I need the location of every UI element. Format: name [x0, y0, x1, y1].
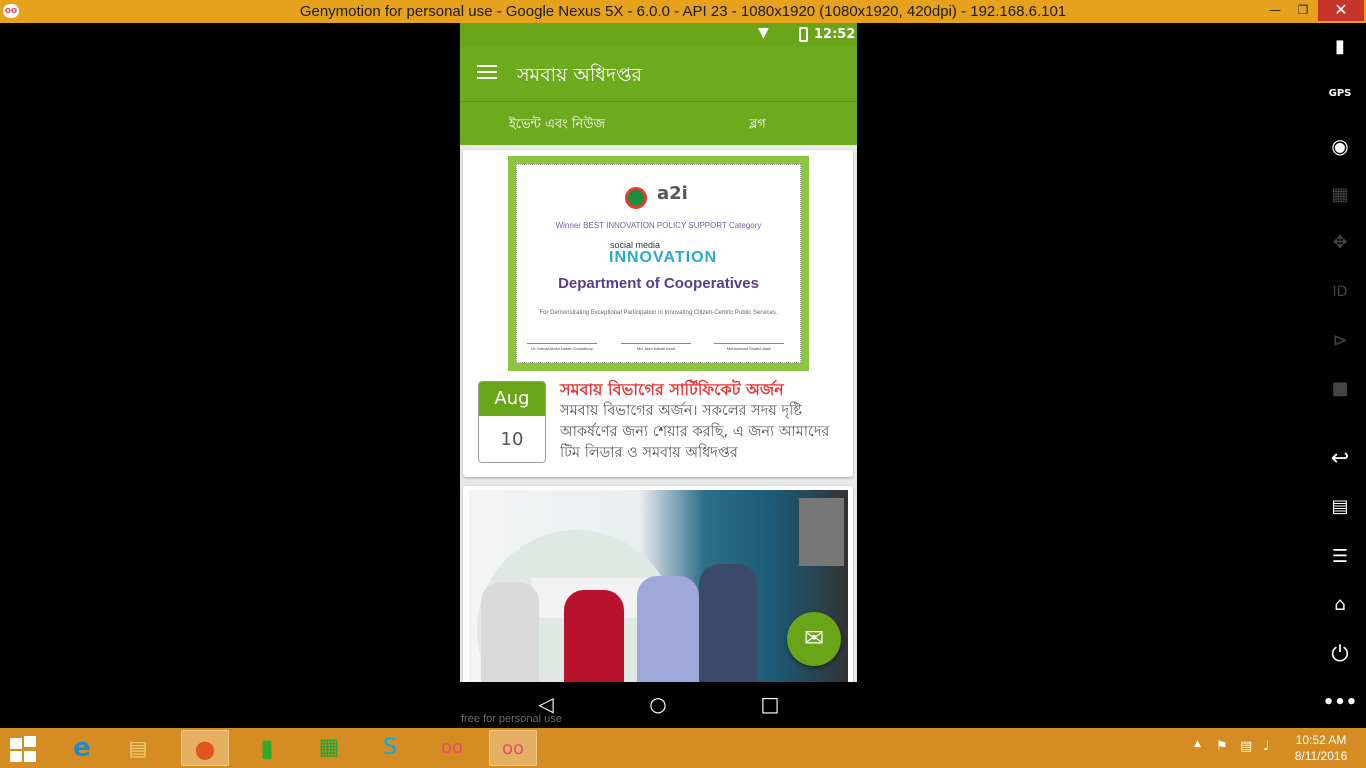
minimize-button[interactable]: —: [1262, 0, 1288, 21]
dpad-widget-icon[interactable]: ✥: [1320, 232, 1360, 253]
photo-person: [637, 576, 699, 682]
genymotion-icon[interactable]: oo: [428, 730, 476, 766]
government-seal-icon: [625, 187, 647, 209]
status-time: 12:52: [814, 27, 856, 42]
skype-icon[interactable]: S: [366, 730, 414, 766]
show-hidden-icons-icon[interactable]: ▲: [1194, 739, 1201, 749]
news-card[interactable]: a2i Winner BEST INNOVATION POLICY SUPPOR…: [463, 150, 853, 477]
sms-widget-icon[interactable]: ■: [1320, 378, 1360, 399]
status-bar: ▼ 12:52: [460, 23, 857, 47]
photo-person: [699, 564, 757, 682]
date-month: Aug: [479, 382, 545, 416]
battery-widget-icon[interactable]: ▮: [1320, 36, 1360, 57]
android-screen: ▼ 12:52 সমবায় অধিদপ্তর ইভেন্ট এবং নিউজ …: [460, 23, 857, 728]
windows-taskbar: e ▤ ● ▮ ▦ S oo oo ▲ ⚑ ▤ ♩ 10:52 AM 8/11/…: [0, 728, 1366, 768]
recent-apps-widget-icon[interactable]: ▤: [1320, 496, 1360, 517]
photo-person: [564, 590, 624, 682]
home-button[interactable]: ○: [643, 692, 673, 716]
device-id-widget-icon[interactable]: ID: [1320, 284, 1360, 300]
close-button[interactable]: ✕: [1318, 0, 1364, 21]
certificate-signatory: Md. Abul Kalam Azad: [621, 343, 691, 351]
recents-button[interactable]: □: [755, 692, 785, 716]
network-icon[interactable]: ▤: [1240, 739, 1252, 754]
close-icon: ✕: [1334, 0, 1348, 19]
restore-icon: ❐: [1297, 3, 1309, 17]
hamburger-menu-icon[interactable]: [477, 65, 497, 81]
battery-icon: [799, 27, 808, 42]
news-feed[interactable]: a2i Winner BEST INNOVATION POLICY SUPPOR…: [460, 145, 857, 682]
taskbar-clock[interactable]: 10:52 AM 8/11/2016: [1290, 732, 1352, 764]
certificate-signatory: Mohammad Shafiul Alam: [714, 343, 784, 351]
file-explorer-icon[interactable]: ▤: [114, 730, 162, 766]
email-fab-button[interactable]: ✉: [787, 612, 841, 666]
certificate-image[interactable]: a2i Winner BEST INNOVATION POLICY SUPPOR…: [508, 156, 809, 371]
internet-explorer-icon[interactable]: e: [58, 730, 106, 766]
clock-time: 10:52 AM: [1295, 733, 1347, 747]
camera-widget-icon[interactable]: ◉: [1320, 134, 1360, 158]
app-title: সমবায় অধিদপ্তর: [517, 64, 643, 86]
recents-square-icon: □: [760, 692, 780, 716]
start-button[interactable]: [10, 736, 38, 762]
action-center-flag-icon[interactable]: ⚑: [1216, 739, 1228, 754]
certificate-category: Winner BEST INNOVATION POLICY SUPPORT Ca…: [555, 221, 762, 230]
back-widget-icon[interactable]: ↩: [1320, 446, 1360, 471]
tab-blog[interactable]: ব্লগ: [749, 115, 766, 136]
home-widget-icon[interactable]: ⌂: [1320, 594, 1360, 615]
wifi-icon: ▼: [758, 25, 769, 41]
certificate-innovation: INNOVATION: [609, 249, 718, 266]
date-day: 10: [500, 429, 524, 450]
minimize-icon: —: [1269, 3, 1281, 17]
a2i-logo: a2i: [657, 183, 688, 204]
post-title[interactable]: সমবায় বিভাগের সার্টিফিকেট অর্জন: [560, 377, 784, 404]
menu-widget-icon[interactable]: ☰: [1320, 546, 1360, 567]
firefox-icon[interactable]: ●: [181, 730, 229, 766]
gps-widget-icon[interactable]: GPS: [1320, 88, 1360, 99]
post-excerpt: সমবায় বিভাগের অর্জন। সকলের সদয় দৃষ্টি …: [560, 403, 830, 461]
store-icon[interactable]: ▦: [305, 730, 353, 766]
tab-bar: ইভেন্ট এবং নিউজ ব্লগ: [460, 101, 857, 145]
window-title: Genymotion for personal use - Google Nex…: [299, 3, 1067, 20]
certificate-signatory: Dr. Kamal Abdul Naser Chowdhury: [527, 343, 597, 351]
home-circle-icon: ○: [649, 692, 667, 716]
photo-portrait: [799, 498, 844, 566]
watermark: free for personal use: [461, 713, 562, 725]
rss-widget-icon[interactable]: ⊳: [1320, 330, 1360, 351]
genymotion-player-icon[interactable]: oo: [489, 730, 537, 766]
tab-events-news[interactable]: ইভেন্ট এবং নিউজ: [509, 115, 605, 136]
more-widget-icon[interactable]: •••: [1320, 692, 1360, 713]
restore-button[interactable]: ❐: [1290, 0, 1316, 21]
envelope-icon: ✉: [803, 624, 825, 652]
desktop: oo Genymotion for personal use - Google …: [0, 0, 1366, 768]
window-titlebar[interactable]: oo Genymotion for personal use - Google …: [0, 0, 1366, 23]
certificate-body: a2i Winner BEST INNOVATION POLICY SUPPOR…: [516, 164, 801, 363]
certificate-department: Department of Cooperatives: [558, 275, 759, 292]
date-badge: Aug 10: [478, 381, 546, 463]
volume-muted-icon[interactable]: ♩: [1263, 739, 1269, 754]
power-widget-icon[interactable]: ⏻: [1320, 642, 1360, 667]
clock-date: 8/11/2016: [1294, 749, 1348, 763]
pipe-app-icon[interactable]: ▮: [243, 730, 291, 766]
capture-widget-icon[interactable]: ▦: [1320, 184, 1360, 205]
photo-person: [481, 582, 539, 682]
certificate-citation: For Demonstrating Exceptional Participat…: [539, 310, 778, 316]
